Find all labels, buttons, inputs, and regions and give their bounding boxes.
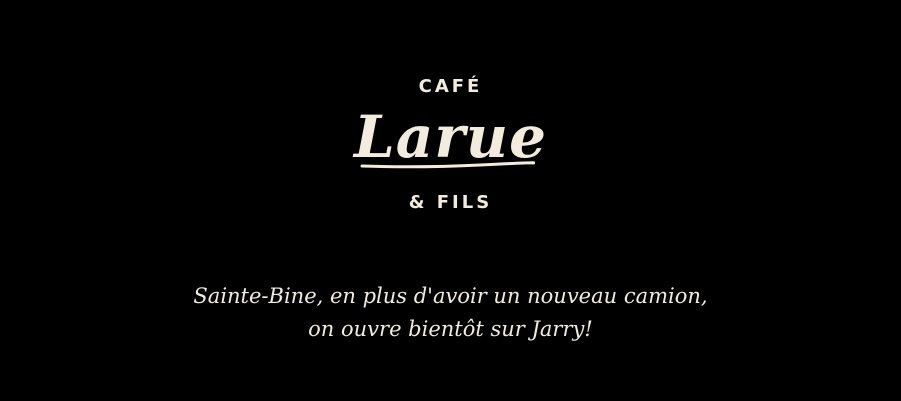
logo-swash-underline <box>360 161 535 169</box>
announcement-line-1: Sainte-Bine, en plus d'avoir un nouveau … <box>193 284 708 308</box>
logo-fils-text: & FILS <box>408 192 493 213</box>
announcement-line-2: on ouvre bientôt sur Jarry! <box>308 317 593 341</box>
cafe-larue-logo: CAFÉ Larue & FILS <box>0 0 901 240</box>
page: CAFÉ Larue & FILS Sainte-Bine, en plus d… <box>0 0 901 401</box>
logo-cafe-text: CAFÉ <box>418 76 483 97</box>
announcement-message: Sainte-Bine, en plus d'avoir un nouveau … <box>0 280 901 346</box>
